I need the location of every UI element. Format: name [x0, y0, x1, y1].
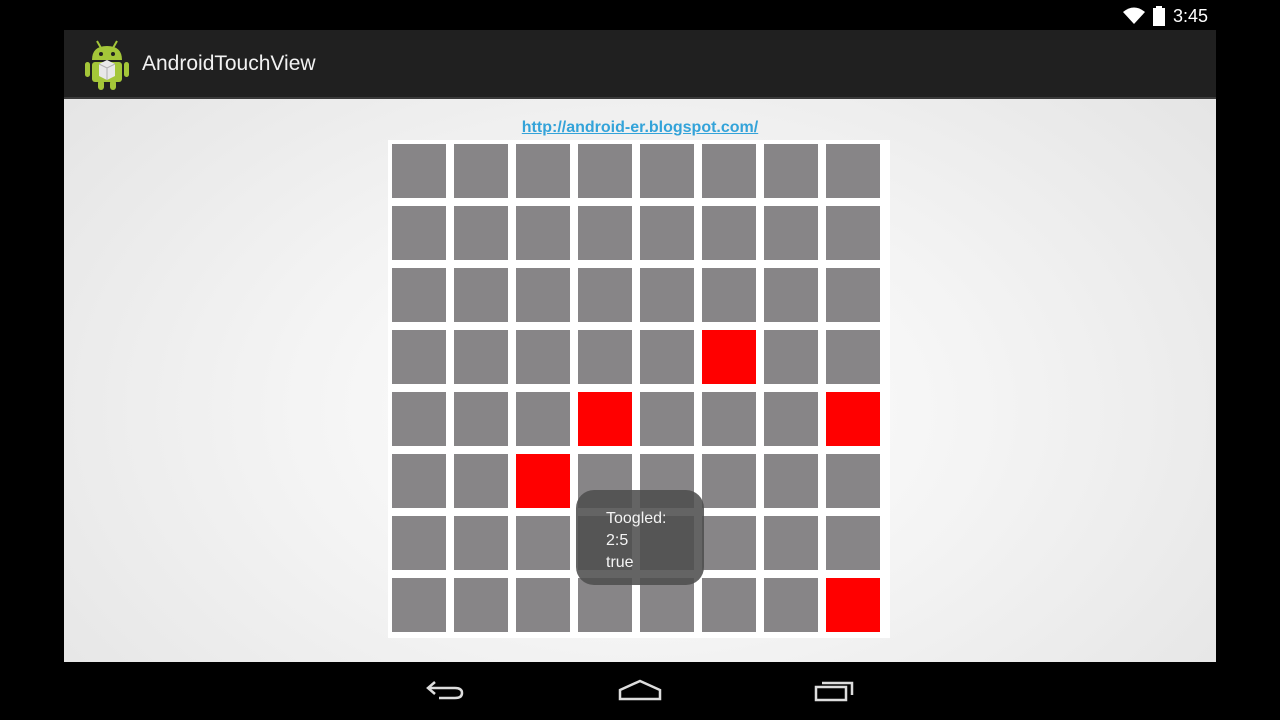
- grid-cell-6-7[interactable]: [826, 516, 880, 570]
- grid-cell-3-1[interactable]: [454, 330, 508, 384]
- grid-cell-7-5[interactable]: [702, 578, 756, 632]
- grid-cell-0-6[interactable]: [764, 144, 818, 198]
- grid-cell-2-7[interactable]: [826, 268, 880, 322]
- back-icon: [425, 678, 465, 707]
- back-button[interactable]: [415, 676, 475, 708]
- grid-cell-5-5[interactable]: [702, 454, 756, 508]
- grid-cell-6-2[interactable]: [516, 516, 570, 570]
- grid-cell-2-4[interactable]: [640, 268, 694, 322]
- status-icons: 3:45: [1122, 4, 1208, 28]
- grid-cell-4-2[interactable]: [516, 392, 570, 446]
- grid-cell-6-5[interactable]: [702, 516, 756, 570]
- blog-link[interactable]: http://android-er.blogspot.com/: [64, 119, 1216, 137]
- grid-cell-1-0[interactable]: [392, 206, 446, 260]
- grid-cell-4-5[interactable]: [702, 392, 756, 446]
- grid-cell-5-0[interactable]: [392, 454, 446, 508]
- grid-cell-1-5[interactable]: [702, 206, 756, 260]
- grid-cell-6-0[interactable]: [392, 516, 446, 570]
- grid-cell-7-2[interactable]: [516, 578, 570, 632]
- grid-cell-1-3[interactable]: [578, 206, 632, 260]
- grid-cell-3-7[interactable]: [826, 330, 880, 384]
- wifi-icon: [1122, 7, 1145, 25]
- grid-cell-0-5[interactable]: [702, 144, 756, 198]
- grid-cell-2-5[interactable]: [702, 268, 756, 322]
- grid-cell-2-0[interactable]: [392, 268, 446, 322]
- grid-cell-0-4[interactable]: [640, 144, 694, 198]
- grid-cell-5-7[interactable]: [826, 454, 880, 508]
- grid-cell-1-6[interactable]: [764, 206, 818, 260]
- action-bar: AndroidTouchView: [64, 30, 1216, 99]
- status-bar: 3:45: [0, 0, 1280, 30]
- home-button[interactable]: [610, 676, 670, 708]
- home-icon: [618, 678, 662, 707]
- grid-cell-7-4[interactable]: [640, 578, 694, 632]
- grid-cell-7-0[interactable]: [392, 578, 446, 632]
- grid-cell-3-3[interactable]: [578, 330, 632, 384]
- grid-cell-3-0[interactable]: [392, 330, 446, 384]
- grid-cell-6-6[interactable]: [764, 516, 818, 570]
- grid-cell-4-6[interactable]: [764, 392, 818, 446]
- grid-cell-5-2[interactable]: [516, 454, 570, 508]
- grid-cell-0-0[interactable]: [392, 144, 446, 198]
- grid-cell-3-6[interactable]: [764, 330, 818, 384]
- grid-cell-1-4[interactable]: [640, 206, 694, 260]
- grid-cell-0-1[interactable]: [454, 144, 508, 198]
- toast-line-label: Toogled:: [606, 510, 667, 527]
- grid-cell-4-1[interactable]: [454, 392, 508, 446]
- status-time: 3:45: [1172, 5, 1208, 26]
- grid-cell-6-1[interactable]: [454, 516, 508, 570]
- app-title: AndroidTouchView: [142, 51, 316, 75]
- grid-cell-2-6[interactable]: [764, 268, 818, 322]
- toast-message: Toogled: 2:5 true: [576, 490, 704, 585]
- app-screen: AndroidTouchView http://android-er.blogs…: [64, 30, 1216, 662]
- grid-cell-7-6[interactable]: [764, 578, 818, 632]
- battery-icon: [1152, 6, 1165, 26]
- grid-cell-4-7[interactable]: [826, 392, 880, 446]
- recents-icon: [814, 678, 856, 707]
- grid-cell-1-1[interactable]: [454, 206, 508, 260]
- toast-line-state: true: [606, 554, 634, 571]
- grid-cell-2-3[interactable]: [578, 268, 632, 322]
- grid-cell-0-7[interactable]: [826, 144, 880, 198]
- grid-cell-3-5[interactable]: [702, 330, 756, 384]
- grid-cell-5-6[interactable]: [764, 454, 818, 508]
- grid-cell-3-2[interactable]: [516, 330, 570, 384]
- grid-cell-1-7[interactable]: [826, 206, 880, 260]
- grid-cell-7-1[interactable]: [454, 578, 508, 632]
- grid-cell-3-4[interactable]: [640, 330, 694, 384]
- grid-cell-7-7[interactable]: [826, 578, 880, 632]
- android-robot-icon[interactable]: [84, 38, 130, 90]
- grid-cell-0-3[interactable]: [578, 144, 632, 198]
- grid-cell-7-3[interactable]: [578, 578, 632, 632]
- navigation-bar: [0, 662, 1280, 720]
- grid-cell-2-1[interactable]: [454, 268, 508, 322]
- toast-line-cell: 2:5: [606, 532, 629, 549]
- grid-cell-0-2[interactable]: [516, 144, 570, 198]
- grid-cell-4-0[interactable]: [392, 392, 446, 446]
- grid-cell-2-2[interactable]: [516, 268, 570, 322]
- grid-cell-1-2[interactable]: [516, 206, 570, 260]
- grid-cell-5-1[interactable]: [454, 454, 508, 508]
- grid-cell-4-3[interactable]: [578, 392, 632, 446]
- grid-cell-4-4[interactable]: [640, 392, 694, 446]
- recents-button[interactable]: [805, 676, 865, 708]
